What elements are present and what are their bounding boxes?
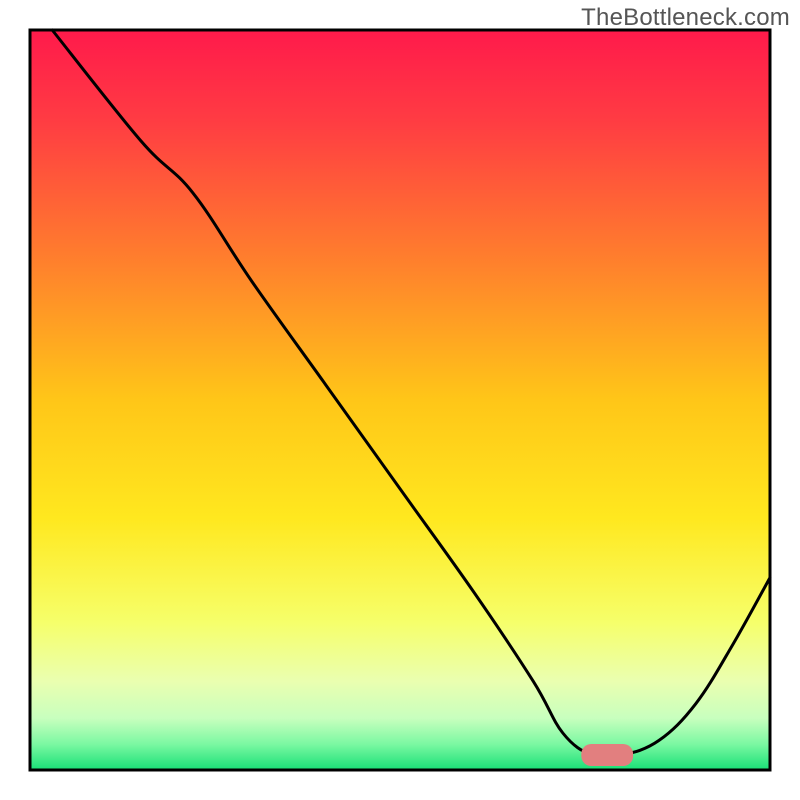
chart-frame: TheBottleneck.com: [0, 0, 800, 800]
target-marker: [581, 744, 633, 766]
watermark-text: TheBottleneck.com: [581, 4, 790, 32]
bottleneck-chart: [0, 0, 800, 800]
